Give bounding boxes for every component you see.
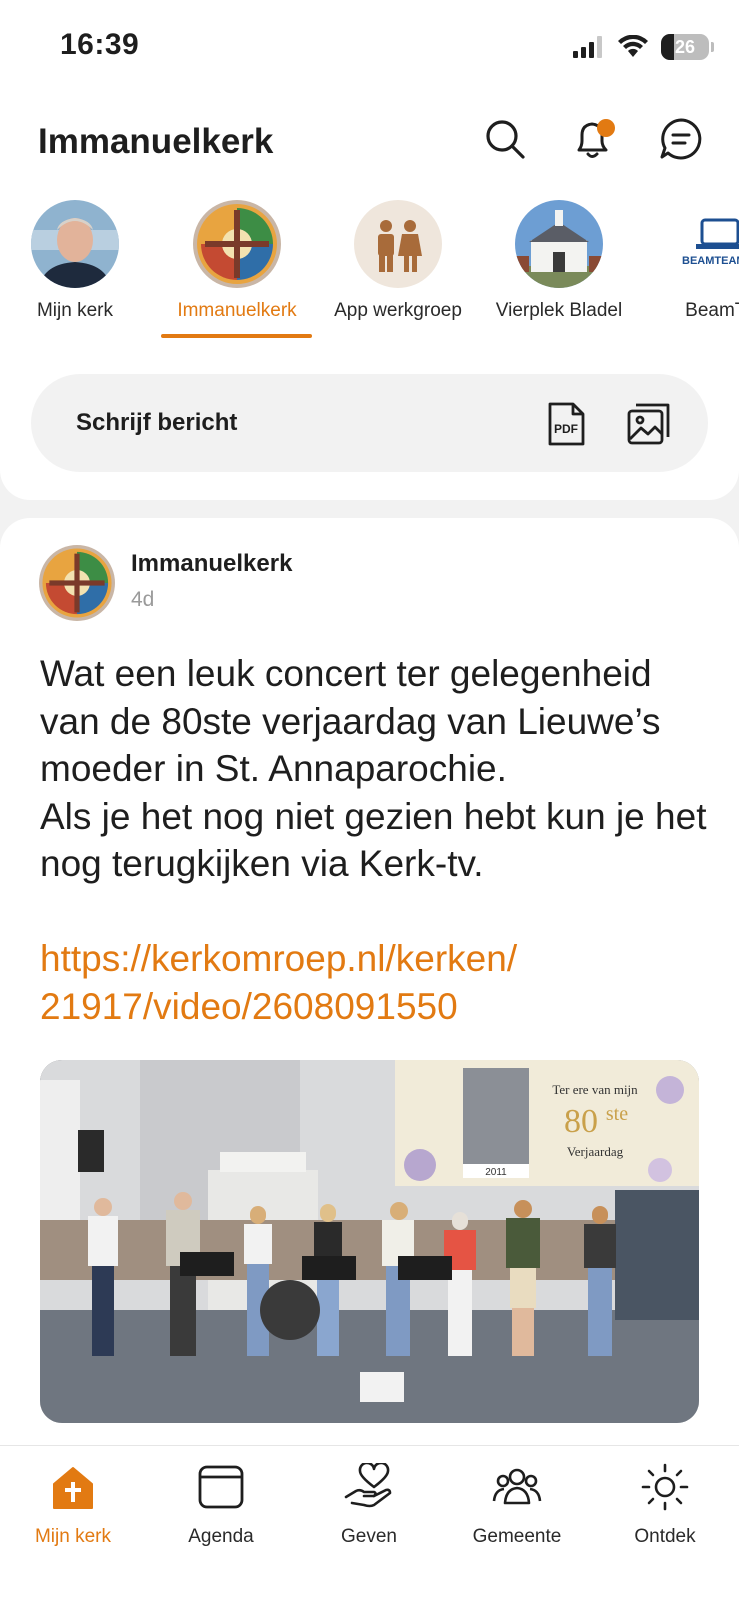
- tab-geven[interactable]: Geven: [304, 1458, 434, 1548]
- search-icon: [486, 120, 525, 159]
- tab-label: Agenda: [188, 1526, 254, 1547]
- tab-label: Gemeente: [472, 1526, 562, 1547]
- post-timestamp: 4d: [131, 588, 155, 611]
- home-icon: [53, 1467, 93, 1509]
- immanuelkerk-logo: [193, 200, 281, 288]
- story-vierplek-bladel[interactable]: Vierplek Bladel: [479, 200, 639, 322]
- concert-photo: 2011 Ter ere van mijn 80 ste Verjaardag: [40, 1060, 699, 1423]
- svg-text:BEAMTEAM: BEAMTEAM: [682, 255, 739, 267]
- image-gallery-icon: [627, 403, 670, 445]
- active-story-indicator: [161, 334, 312, 338]
- messages-button[interactable]: [659, 117, 703, 161]
- banner-suffix: ste: [606, 1103, 628, 1125]
- story-app-werkgroep[interactable]: App werkgroep: [318, 200, 478, 322]
- battery-icon: 26: [661, 34, 714, 60]
- story-label: BeamTe: [685, 300, 739, 321]
- tab-label: Mijn kerk: [34, 1526, 111, 1547]
- story-immanuelkerk[interactable]: Immanuelkerk: [157, 200, 317, 322]
- compose-card: Schrijf bericht PDF: [0, 342, 739, 500]
- beamteam-logo: BEAMTEAM: [676, 200, 739, 288]
- church-selector: Mijn kerk Immanuelkerk App werkgroep Vie…: [0, 200, 739, 342]
- giving-hand-heart-icon: [344, 1463, 392, 1508]
- post-author[interactable]: Immanuelkerk: [131, 550, 292, 578]
- avatar: [193, 200, 281, 288]
- wifi-icon: [618, 35, 648, 57]
- people-logo: [354, 200, 442, 288]
- story-label: Vierplek Bladel: [495, 300, 623, 321]
- avatar: [515, 200, 603, 288]
- pdf-icon: PDF: [548, 402, 585, 446]
- signal-icon: [573, 36, 602, 58]
- header: Immanuelkerk Mijn kerk Immanuelkerk App …: [0, 92, 739, 342]
- post-avatar[interactable]: [39, 545, 115, 621]
- story-mijn-kerk[interactable]: Mijn kerk: [0, 200, 155, 322]
- photo-year: 2011: [485, 1167, 507, 1178]
- avatar: BEAMTEAM: [676, 200, 739, 288]
- post-link[interactable]: https://kerkomroep.nl/kerken/ 21917/vide…: [40, 935, 680, 1030]
- story-label: Immanuelkerk: [177, 300, 297, 321]
- immanuelkerk-logo: [39, 545, 115, 621]
- avatar: [31, 200, 119, 288]
- story-label: App werkgroep: [334, 300, 462, 321]
- post-card: Immanuelkerk 4d Wat een leuk concert ter…: [0, 518, 739, 1448]
- banner-line2: Verjaardag: [567, 1144, 624, 1159]
- header-actions: [483, 117, 703, 161]
- compose-label: Schrijf bericht: [76, 409, 238, 436]
- story-beamteam[interactable]: BEAMTEAM BeamTe: [640, 200, 739, 322]
- avatar: [354, 200, 442, 288]
- calendar-icon: [198, 1465, 244, 1509]
- tab-ontdek[interactable]: Ontdek: [600, 1458, 730, 1548]
- search-button[interactable]: [483, 117, 527, 161]
- bottom-tab-bar: Mijn kerk Agenda Geven Gemeente Ontdek: [0, 1445, 739, 1600]
- status-icons: 26: [573, 32, 714, 62]
- status-bar: 16:39 26: [0, 0, 739, 92]
- attach-image-button[interactable]: [626, 401, 672, 452]
- post-image[interactable]: 2011 Ter ere van mijn 80 ste Verjaardag: [40, 1060, 699, 1423]
- post-body: Wat een leuk concert ter gelegenheid van…: [40, 653, 707, 884]
- tab-gemeente[interactable]: Gemeente: [452, 1458, 582, 1548]
- notification-dot: [597, 119, 615, 137]
- attach-pdf-button[interactable]: PDF: [544, 401, 588, 452]
- chat-icon: [660, 118, 702, 160]
- tab-label: Ontdek: [634, 1526, 696, 1547]
- pdf-icon-label: PDF: [554, 422, 578, 436]
- tab-label: Geven: [341, 1526, 397, 1547]
- tab-mijn-kerk[interactable]: Mijn kerk: [8, 1458, 138, 1548]
- people-group-icon: [492, 1468, 542, 1505]
- sun-icon: [641, 1463, 689, 1511]
- page-title: Immanuelkerk: [38, 122, 274, 161]
- compose-input[interactable]: Schrijf bericht PDF: [31, 374, 708, 472]
- banner-number: 80: [564, 1103, 598, 1140]
- person-photo: [31, 200, 119, 288]
- banner-line1: Ter ere van mijn: [552, 1082, 638, 1097]
- battery-level: 26: [674, 36, 696, 57]
- tab-agenda[interactable]: Agenda: [156, 1458, 286, 1548]
- chapel-photo: [515, 200, 603, 288]
- notifications-button[interactable]: [571, 117, 615, 161]
- story-label: Mijn kerk: [36, 300, 113, 321]
- status-time: 16:39: [60, 28, 140, 61]
